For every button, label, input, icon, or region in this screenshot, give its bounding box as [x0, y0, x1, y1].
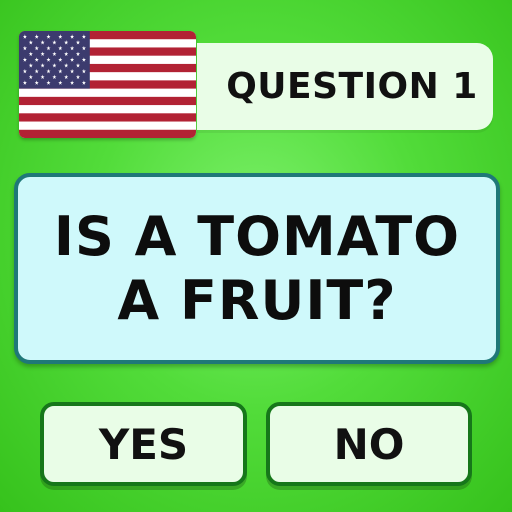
no-button[interactable]: NO: [266, 402, 472, 486]
question-number-text: QUESTION 1: [226, 66, 478, 107]
yes-button-label: YES: [98, 419, 189, 469]
question-line-1: IS A TOMATO: [53, 204, 461, 268]
question-line-2: A FRUIT?: [117, 268, 397, 332]
question-number-label: QUESTION 1: [197, 43, 493, 130]
question-card: IS A TOMATO A FRUIT?: [14, 173, 500, 364]
no-button-label: NO: [333, 419, 405, 469]
yes-button[interactable]: YES: [40, 402, 247, 486]
question-text: IS A TOMATO A FRUIT?: [54, 205, 460, 333]
us-flag-icon: [19, 31, 196, 138]
